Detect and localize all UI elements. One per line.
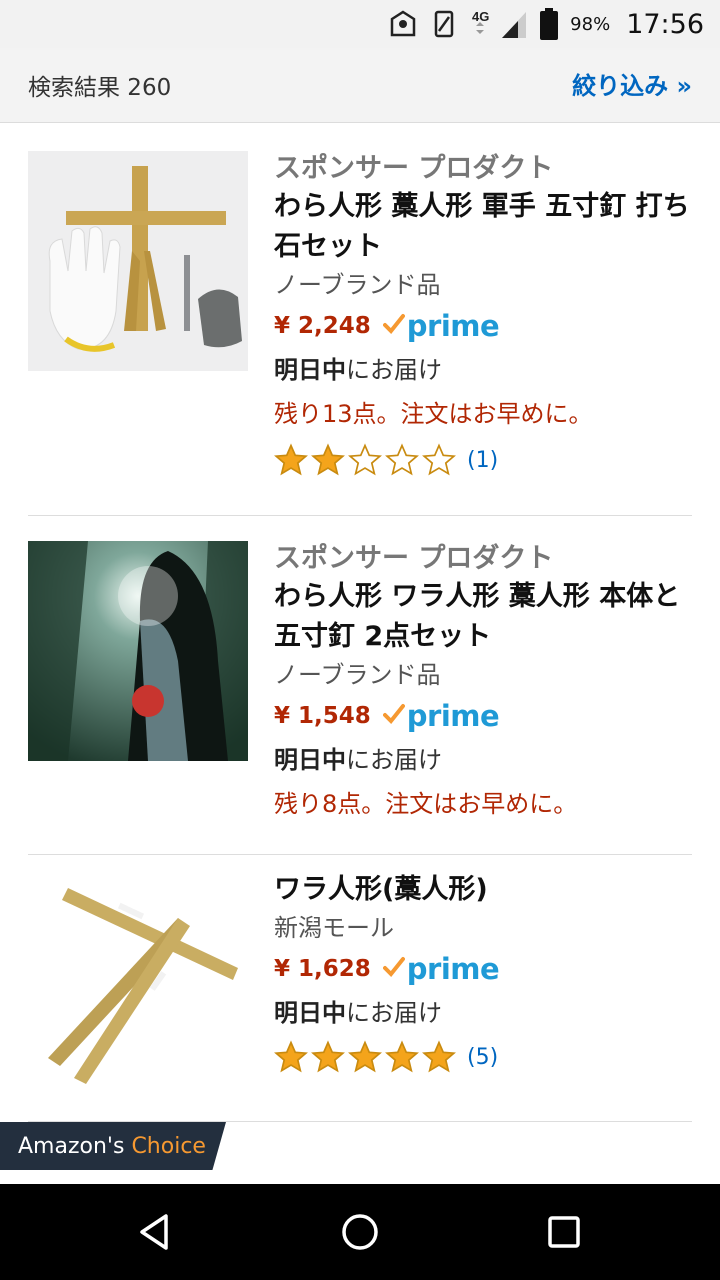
badge-prefix: Amazon's: [18, 1133, 125, 1159]
rating[interactable]: (5): [274, 1034, 694, 1080]
back-button[interactable]: [132, 1208, 180, 1256]
prime-badge: prime: [382, 699, 500, 733]
star-rating-icons: [274, 443, 456, 477]
amazons-choice-badge: Amazon's Choice: [0, 1122, 226, 1170]
delivery-text: にお届け: [346, 356, 442, 384]
product-title[interactable]: わら人形 ワラ人形 藁人形 本体と五寸釘 2点セット: [274, 577, 694, 657]
price: ¥ 2,248: [274, 313, 371, 339]
price: ¥ 1,628: [274, 956, 371, 982]
delivery-text: にお届け: [346, 746, 442, 774]
recents-button[interactable]: [540, 1208, 588, 1256]
network-icon: 4G: [472, 8, 528, 40]
divider: [28, 1121, 692, 1122]
product-card[interactable]: スポンサー プロダクト わら人形 藁人形 軍手 五寸釘 打ち石セット ノーブラン…: [28, 151, 692, 501]
stock-warning: 残り13点。注文はお早めに。: [274, 400, 593, 428]
product-card[interactable]: ワラ人形(藁人形) 新潟モール ¥ 1,628 prime 明日中にお届け (5…: [28, 870, 692, 1110]
rating[interactable]: (1): [274, 437, 694, 483]
notification-icon: [388, 9, 418, 39]
delivery-info: 明日中にお届け: [274, 349, 694, 391]
prime-logo: prime: [406, 952, 500, 986]
badge-accent: Choice: [131, 1133, 206, 1159]
review-count[interactable]: (1): [467, 448, 498, 473]
rotation-icon: [430, 9, 460, 39]
price: ¥ 1,548: [274, 703, 371, 729]
delivery-day: 明日中: [274, 746, 346, 774]
prime-check-icon: [382, 956, 405, 982]
star-filled-icon: [274, 1040, 308, 1073]
product-image[interactable]: [28, 541, 248, 761]
back-triangle-icon: [140, 1214, 168, 1250]
brand-name: ノーブランド品: [274, 661, 441, 689]
clock: 17:56: [626, 8, 704, 40]
battery-icon: [540, 8, 559, 40]
status-bar: 4G 98% 17:56: [0, 0, 720, 48]
brand-name: 新潟モール: [274, 914, 394, 942]
star-filled-icon: [422, 1040, 456, 1073]
sponsored-label: スポンサー プロダクト: [274, 153, 554, 184]
stock-warning: 残り8点。注文はお早めに。: [274, 790, 578, 818]
star-empty-icon: [348, 443, 382, 476]
brand-name: ノーブランド品: [274, 271, 441, 299]
star-filled-icon: [348, 1040, 382, 1073]
home-circle-icon: [342, 1214, 378, 1250]
star-filled-icon: [311, 443, 345, 476]
delivery-day: 明日中: [274, 999, 346, 1027]
prime-check-icon: [382, 313, 405, 339]
star-filled-icon: [311, 1040, 345, 1073]
navigation-bar: [0, 1184, 720, 1280]
results-header: 検索結果 260 絞り込み »: [0, 48, 720, 123]
product-image[interactable]: [28, 151, 248, 371]
sponsored-label: スポンサー プロダクト: [274, 543, 554, 574]
battery-percent: 98%: [570, 13, 611, 35]
star-filled-icon: [274, 443, 308, 476]
recents-square-icon: [548, 1216, 580, 1248]
prime-check-icon: [382, 703, 405, 729]
filter-link[interactable]: 絞り込み »: [572, 66, 692, 101]
divider: [28, 515, 692, 516]
delivery-info: 明日中にお届け: [274, 992, 694, 1034]
product-image[interactable]: [28, 878, 248, 1098]
star-empty-icon: [422, 443, 456, 476]
star-filled-icon: [385, 1040, 419, 1073]
product-card[interactable]: スポンサー プロダクト わら人形 ワラ人形 藁人形 本体と五寸釘 2点セット ノ…: [28, 541, 692, 841]
delivery-text: にお届け: [346, 999, 442, 1027]
prime-badge: prime: [382, 952, 500, 986]
prime-logo: prime: [406, 699, 500, 733]
product-title[interactable]: わら人形 藁人形 軍手 五寸釘 打ち石セット: [274, 187, 694, 267]
prime-badge: prime: [382, 309, 500, 343]
star-rating-icons: [274, 1040, 456, 1074]
prime-logo: prime: [406, 309, 500, 343]
review-count[interactable]: (5): [467, 1045, 498, 1070]
star-empty-icon: [385, 443, 419, 476]
results-count: 検索結果 260: [28, 75, 172, 101]
delivery-info: 明日中にお届け: [274, 739, 694, 781]
network-type: 4G: [472, 9, 489, 24]
divider: [28, 854, 692, 855]
home-button[interactable]: [336, 1208, 384, 1256]
delivery-day: 明日中: [274, 356, 346, 384]
product-title[interactable]: ワラ人形(藁人形): [274, 870, 694, 910]
